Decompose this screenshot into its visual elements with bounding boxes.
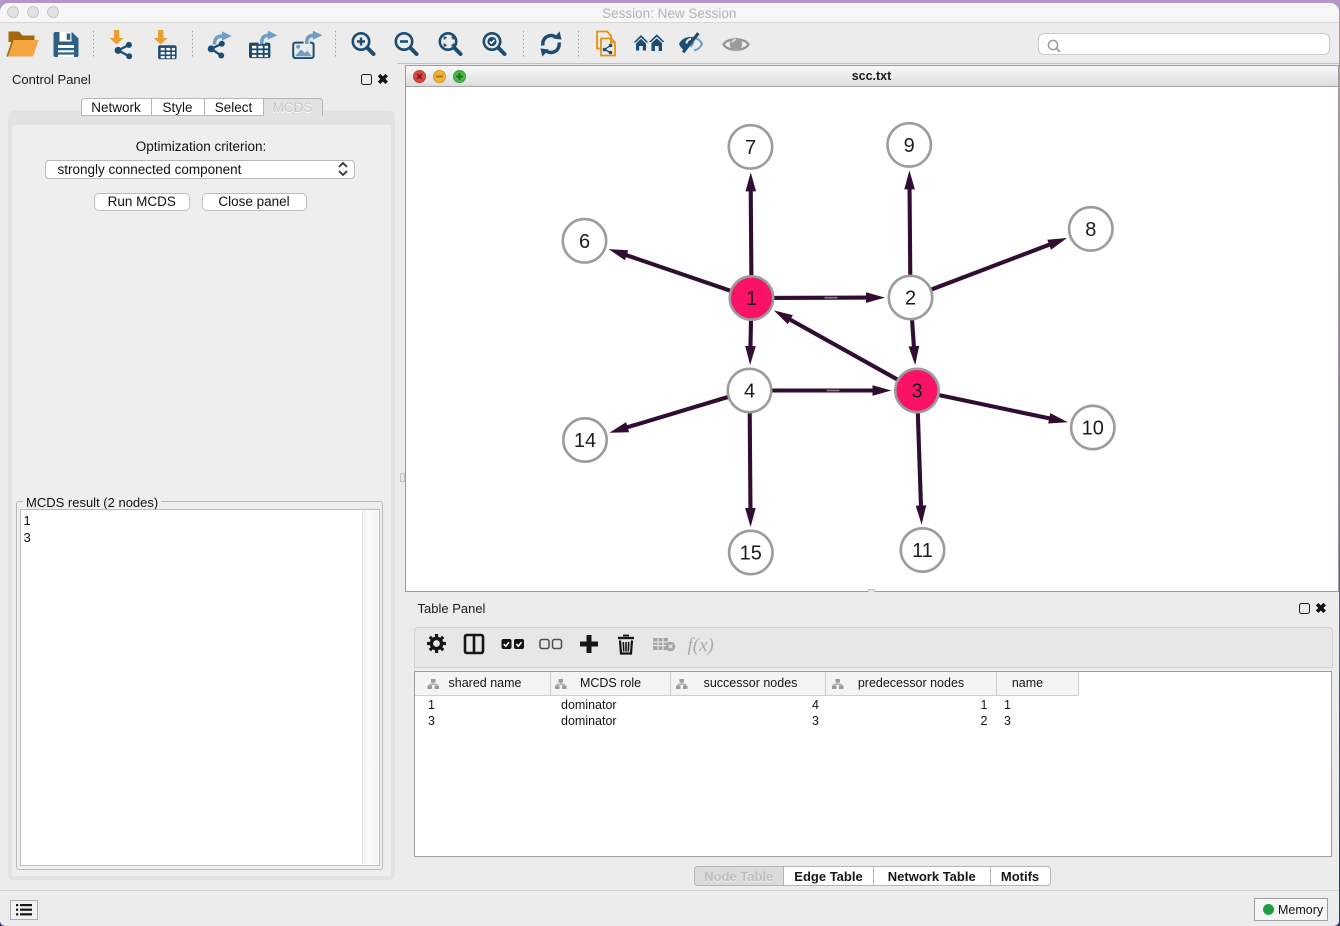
svg-text:6: 6 <box>578 231 589 253</box>
svg-text:1: 1 <box>745 288 756 310</box>
svg-text:2: 2 <box>904 287 915 309</box>
svg-text:9: 9 <box>903 135 914 157</box>
svg-text:15: 15 <box>739 542 761 564</box>
svg-text:11: 11 <box>912 540 933 562</box>
svg-text:14: 14 <box>573 430 595 452</box>
svg-text:7: 7 <box>744 137 755 159</box>
svg-text:10: 10 <box>1081 417 1103 439</box>
svg-text:8: 8 <box>1085 219 1096 241</box>
svg-text:4: 4 <box>743 380 754 402</box>
svg-text:3: 3 <box>911 380 922 402</box>
